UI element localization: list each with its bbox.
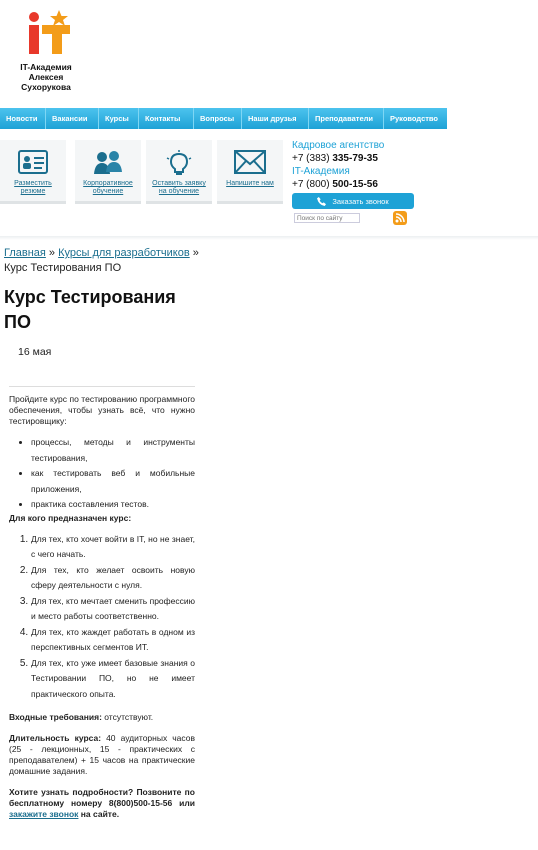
breadcrumb: Главная » Курсы для разработчиков » Курс… <box>4 247 199 274</box>
resume-icon <box>18 150 48 174</box>
envelope-icon <box>234 150 266 174</box>
tile-apply[interactable]: Оставить заявку на обучение <box>146 140 212 204</box>
list-item: как тестировать веб и мобильные приложен… <box>31 466 195 497</box>
nav-news[interactable]: Новости <box>0 108 46 129</box>
tile-write-us-label1: Напишите нам <box>226 180 274 187</box>
rss-icon[interactable] <box>393 211 407 225</box>
logo-line2: Алексея Сухорукова <box>21 72 71 92</box>
quick-actions: Разместить резюме Корпоративное обучение… <box>0 140 288 204</box>
post-date: 16 мая <box>18 346 52 358</box>
academy-label: IT-Академия <box>292 166 350 177</box>
list-item: процессы, методы и инструменты тестирова… <box>31 435 195 466</box>
search-input[interactable] <box>294 213 360 223</box>
tile-corporate-label2: обучение <box>92 188 124 195</box>
breadcrumb-current: Курс Тестирования ПО <box>4 262 122 274</box>
academy-phone[interactable]: +7 (800) 500-15-56 <box>292 178 422 191</box>
order-call-label: Заказать звонок <box>332 196 389 206</box>
nav-friends[interactable]: Наши друзья <box>242 108 309 129</box>
main-nav: Новости Вакансии Курсы Контакты Вопросы … <box>0 108 447 129</box>
article-body: Пройдите курс по тестированию программно… <box>9 394 195 820</box>
tile-corporate[interactable]: Корпоративное обучение <box>75 140 141 204</box>
audience-list: Для тех, кто хочет войти в IT, но не зна… <box>9 532 195 703</box>
nav-questions[interactable]: Вопросы <box>194 108 242 129</box>
list-item: Для тех, кто мечтает сменить профессию и… <box>31 594 195 625</box>
tile-corporate-label1: Корпоративное <box>83 180 133 187</box>
topics-list: процессы, методы и инструменты тестирова… <box>9 435 195 513</box>
order-call-button[interactable]: Заказать звонок <box>292 193 414 209</box>
logo-line1: IT-Академия <box>20 62 72 72</box>
audience-heading: Для кого предназначен курс: <box>9 512 132 523</box>
tile-resume-label1: Разместить <box>14 180 52 187</box>
logo-mark-icon <box>29 10 70 54</box>
nav-courses[interactable]: Курсы <box>99 108 139 129</box>
nav-teachers[interactable]: Преподаватели <box>309 108 384 129</box>
intro-text: Пройдите курс по тестированию программно… <box>9 394 195 426</box>
list-item: Для тех, кто хочет войти в IT, но не зна… <box>31 532 195 563</box>
people-icon <box>94 151 122 174</box>
contacts-block: Кадровое агентство +7 (383) 335-79-35 IT… <box>292 139 422 209</box>
breadcrumb-section[interactable]: Курсы для разработчиков <box>58 247 190 259</box>
header-divider <box>0 236 538 240</box>
call-to-action: Хотите узнать подробности? Позвоните по … <box>9 787 195 819</box>
logo[interactable]: IT-Академия Алексея Сухорукова <box>6 10 96 92</box>
agency-phone[interactable]: +7 (383) 335-79-35 <box>292 152 422 165</box>
page-title: Курс Тестирования ПО <box>4 287 176 332</box>
tile-write-us[interactable]: Напишите нам <box>217 140 283 204</box>
nav-vacancies[interactable]: Вакансии <box>46 108 99 129</box>
breadcrumb-home[interactable]: Главная <box>4 247 46 259</box>
tile-apply-label2: на обучение <box>158 188 200 195</box>
phone-icon <box>317 196 327 206</box>
order-call-link[interactable]: закажите звонок <box>9 809 78 819</box>
list-item: Для тех, кто жаждет работать в одном из … <box>31 625 195 656</box>
tile-apply-label1: Оставить заявку <box>152 180 206 187</box>
tile-resume[interactable]: Разместить резюме <box>0 140 66 204</box>
agency-label: Кадровое агентство <box>292 140 385 151</box>
list-item: Для тех, кто уже имеет базовые знания о … <box>31 656 195 703</box>
duration: Длительность курса: 40 аудиторных часов … <box>9 733 195 776</box>
list-item: практика составления тестов. <box>31 497 195 513</box>
content-divider <box>9 386 195 387</box>
nav-contacts[interactable]: Контакты <box>139 108 194 129</box>
tile-resume-label2: резюме <box>20 188 46 195</box>
lightbulb-icon <box>166 150 192 175</box>
nav-management[interactable]: Руководство <box>384 108 447 129</box>
requirements: Входные требования: отсутствуют. <box>9 712 154 722</box>
list-item: Для тех, кто желает освоить новую сферу … <box>31 563 195 594</box>
